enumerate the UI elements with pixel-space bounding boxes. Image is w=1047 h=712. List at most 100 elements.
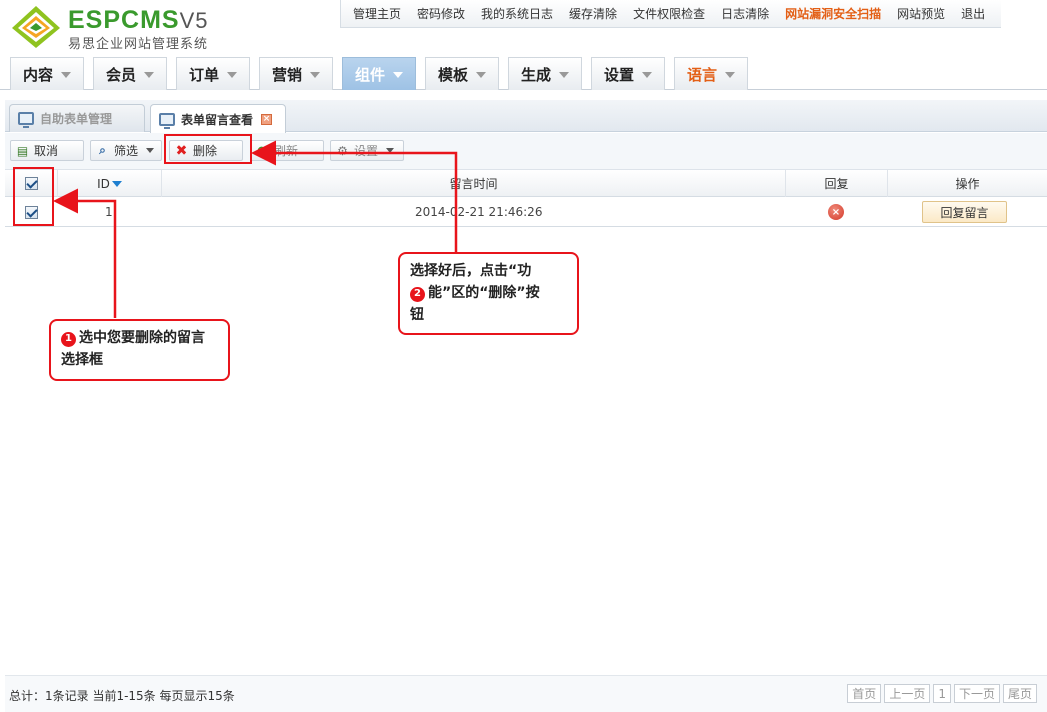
header-action: 操作 [887, 170, 1047, 197]
header: ESPCMSV5 易思企业网站管理系统 管理主页 密码修改 我的系统日志 缓存清… [0, 0, 1047, 90]
menu-templates[interactable]: 模板 [425, 57, 499, 90]
footer-pagination: 总计：1条记录 当前1-15条 每页显示15条 首页 上一页 1 下一页 尾页 [5, 675, 1047, 712]
menu-label: 内容 [22, 65, 53, 84]
header-action-label: 操作 [955, 177, 980, 191]
row-id: 1 [105, 205, 113, 219]
header-time: 留言时间 [161, 170, 785, 197]
step-1-line-1: 选中您要删除的留言 [79, 330, 205, 346]
first-page-button[interactable]: 首页 [847, 684, 882, 703]
top-link-clear-log[interactable]: 日志清除 [713, 5, 777, 22]
logo-icon [12, 6, 60, 48]
menu-generate[interactable]: 生成 [508, 57, 582, 90]
brand-name: ESPCMS [68, 6, 180, 34]
top-link-site-preview[interactable]: 网站预览 [889, 5, 953, 22]
row-time: 2014-02-21 21:46:26 [415, 205, 543, 219]
header-reply-label: 回复 [824, 177, 849, 191]
filter-label: 筛选 [114, 144, 139, 158]
window-icon [159, 112, 175, 129]
cancel-icon: ▤ [16, 143, 29, 158]
top-link-permission-check[interactable]: 文件权限检查 [625, 5, 713, 22]
tab-label: 表单留言查看 [181, 112, 254, 127]
menu-label: 会员 [105, 65, 136, 84]
header-reply: 回复 [785, 170, 887, 197]
window-icon [18, 112, 34, 128]
main-menu: 内容 会员 订单 营销 组件 模板 生成 设置 语言 [0, 55, 1047, 90]
brand-version: V5 [179, 8, 209, 33]
top-link-security-scan[interactable]: 网站漏洞安全扫描 [777, 5, 889, 22]
menu-label: 设置 [603, 65, 634, 84]
menu-members[interactable]: 会员 [93, 57, 167, 90]
step-2-line-1: 选择好后，点击“功 [410, 263, 532, 279]
settings-button[interactable]: ⚙ 设置 [330, 140, 404, 161]
top-link-my-log[interactable]: 我的系统日志 [473, 5, 561, 22]
chevron-down-icon [386, 148, 395, 153]
menu-label: 模板 [437, 65, 468, 84]
step-2-line-3: 钮 [410, 307, 424, 323]
close-icon[interactable]: × [261, 113, 273, 125]
pager: 首页 上一页 1 下一页 尾页 [847, 684, 1037, 703]
chevron-down-icon [144, 72, 154, 78]
filter-button[interactable]: ⌕ 筛选 [90, 140, 162, 161]
row-action-cell: 回复留言 [922, 197, 1007, 227]
page-number[interactable]: 1 [933, 684, 951, 703]
refresh-icon: ⟳ [257, 143, 268, 158]
settings-label: 设置 [354, 144, 379, 158]
tab-form-management[interactable]: 自助表单管理 [9, 104, 145, 132]
step-1-badge: 1 [61, 331, 76, 347]
menu-language[interactable]: 语言 [674, 57, 748, 90]
callout-step-1: 1 选中您要删除的留言 选择框 [49, 319, 230, 381]
table-header: ID 留言时间 回复 操作 [5, 170, 1047, 197]
gear-icon: ⚙ [337, 143, 348, 158]
header-id-label: ID [97, 176, 110, 191]
cancel-button[interactable]: ▤ 取消 [10, 140, 84, 161]
top-link-clear-cache[interactable]: 缓存清除 [561, 5, 625, 22]
top-link-password[interactable]: 密码修改 [409, 5, 473, 22]
top-link-logout[interactable]: 退出 [953, 5, 993, 22]
menu-label: 订单 [188, 65, 219, 84]
checkbox-highlight [13, 167, 54, 226]
menu-marketing[interactable]: 营销 [259, 57, 333, 90]
search-icon: ⌕ [99, 143, 106, 157]
header-time-label: 留言时间 [449, 177, 498, 191]
callout-step-2: 选择好后，点击“功 2 能”区的“删除”按 钮 [398, 252, 579, 335]
next-page-button[interactable]: 下一页 [953, 684, 1000, 703]
menu-content[interactable]: 内容 [10, 57, 84, 90]
tab-bar: 自助表单管理 表单留言查看 × [5, 100, 1047, 133]
chevron-down-icon [146, 148, 155, 153]
menu-label: 组件 [354, 65, 385, 84]
menu-settings[interactable]: 设置 [591, 57, 665, 90]
delete-highlight [164, 134, 252, 164]
toolbar: ▤ 取消 ⌕ 筛选 ✖ 删除 ⟳ 刷新 ⚙ 设置 [5, 133, 1047, 170]
step-2-badge: 2 [410, 286, 425, 302]
chevron-down-icon [642, 72, 652, 78]
chevron-down-icon [310, 72, 320, 78]
menu-orders[interactable]: 订单 [176, 57, 250, 90]
row-reply-status: × [828, 197, 844, 227]
top-navigation: 管理主页 密码修改 我的系统日志 缓存清除 文件权限检查 日志清除 网站漏洞安全… [340, 0, 1002, 28]
logo-text: ESPCMSV5 [68, 6, 209, 35]
record-summary: 总计：1条记录 当前1-15条 每页显示15条 [9, 689, 235, 703]
cancel-label: 取消 [34, 144, 59, 158]
reply-message-button[interactable]: 回复留言 [922, 201, 1007, 223]
not-replied-icon: × [828, 204, 844, 220]
refresh-button[interactable]: ⟳ 刷新 [250, 140, 324, 161]
chevron-down-icon [559, 72, 569, 78]
chevron-down-icon [393, 72, 403, 78]
header-id[interactable]: ID [57, 170, 161, 197]
menu-components[interactable]: 组件 [342, 57, 416, 90]
chevron-down-icon [476, 72, 486, 78]
chevron-down-icon [227, 72, 237, 78]
top-link-home[interactable]: 管理主页 [345, 5, 409, 22]
refresh-label: 刷新 [274, 144, 299, 158]
table-row: 1 2014-02-21 21:46:26 × 回复留言 [5, 197, 1047, 227]
brand-subtitle: 易思企业网站管理系统 [68, 37, 209, 52]
prev-page-button[interactable]: 上一页 [884, 684, 931, 703]
step-1-line-2: 选择框 [61, 352, 103, 368]
chevron-down-icon [61, 72, 71, 78]
tab-form-messages[interactable]: 表单留言查看 × [150, 104, 286, 133]
tab-label: 自助表单管理 [40, 112, 113, 126]
step-2-line-2: 能”区的“删除”按 [428, 285, 540, 301]
menu-label: 生成 [520, 65, 551, 84]
last-page-button[interactable]: 尾页 [1002, 684, 1037, 703]
espcms-logo[interactable]: ESPCMSV5 易思企业网站管理系统 [10, 4, 230, 54]
